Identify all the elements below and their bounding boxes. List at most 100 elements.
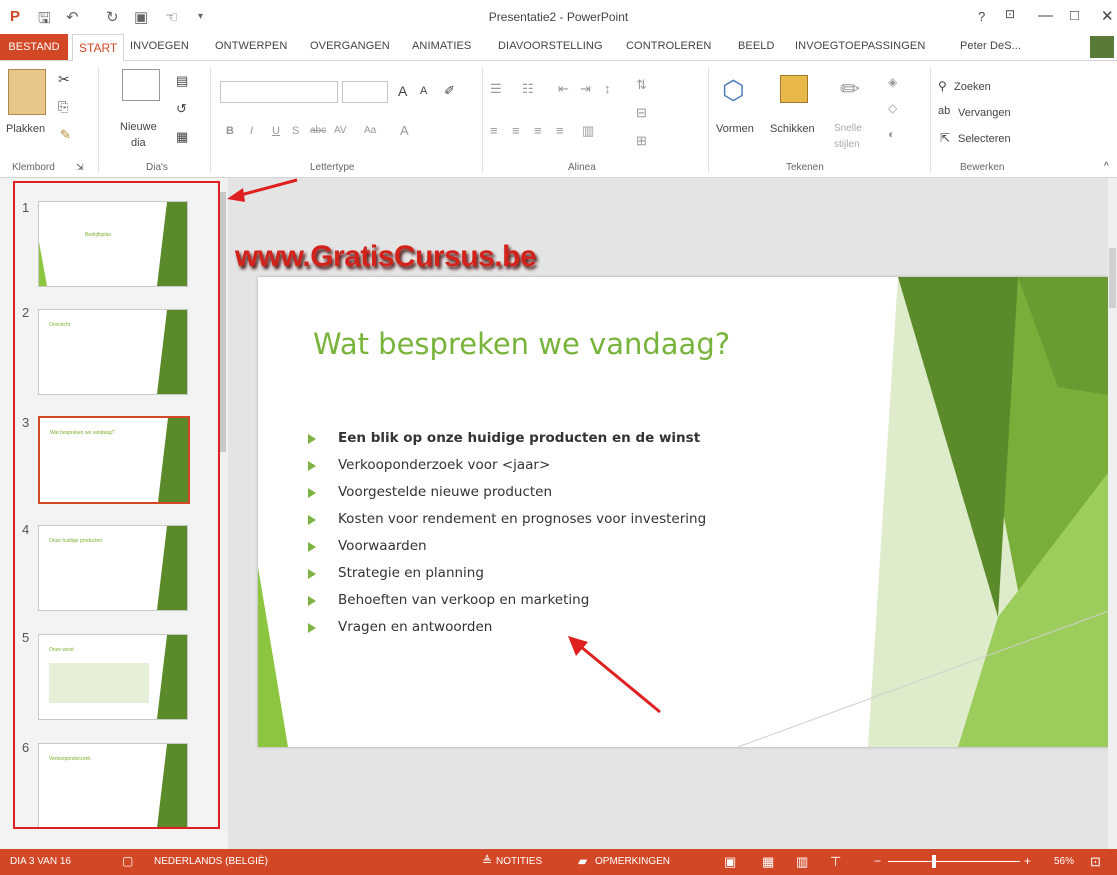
- shape-fill-icon[interactable]: ◈: [888, 75, 897, 89]
- align-text-icon[interactable]: ⊟: [636, 105, 647, 121]
- smartart-icon[interactable]: ⊞: [636, 133, 647, 149]
- decrease-indent-icon[interactable]: ⇤: [558, 81, 569, 97]
- shadow-icon[interactable]: S: [292, 125, 299, 137]
- text-direction-icon[interactable]: ⇅: [636, 77, 647, 93]
- font-color-icon[interactable]: A: [400, 123, 409, 138]
- slideshow-icon[interactable]: ⊤: [830, 854, 841, 870]
- reset-icon[interactable]: ↺: [176, 101, 187, 117]
- user-account[interactable]: Peter DeS...: [960, 40, 1021, 52]
- bullet-item[interactable]: Een blik op onze huidige producten en de…: [338, 430, 700, 446]
- align-left-icon[interactable]: ≡: [490, 123, 498, 138]
- increase-indent-icon[interactable]: ⇥: [580, 81, 591, 97]
- justify-icon[interactable]: ≡: [556, 123, 564, 138]
- new-slide-button[interactable]: Nieuwe: [120, 121, 157, 133]
- slide-canvas[interactable]: Wat bespreken we vandaag? Een blik op on…: [258, 277, 1117, 747]
- dialog-launcher-icon[interactable]: ⇲: [76, 162, 84, 173]
- help-button[interactable]: ?: [978, 9, 985, 24]
- font-grow-button[interactable]: A: [398, 83, 407, 99]
- font-shrink-button[interactable]: A: [420, 85, 427, 97]
- arrange-button[interactable]: Schikken: [770, 123, 815, 135]
- normal-view-icon[interactable]: ▣: [724, 854, 736, 870]
- close-button[interactable]: ✕: [1101, 7, 1114, 25]
- format-painter-icon[interactable]: ✎: [60, 127, 71, 143]
- bullet-arrow-icon: [308, 434, 316, 444]
- font-name-input[interactable]: [220, 81, 338, 103]
- section-icon[interactable]: ▦: [176, 129, 188, 145]
- tab-animaties[interactable]: ANIMATIES: [412, 40, 471, 52]
- align-center-icon[interactable]: ≡: [512, 123, 520, 138]
- ribbon-display-options-icon[interactable]: ⊡: [1005, 7, 1015, 21]
- proofing-icon[interactable]: ▢: [122, 854, 133, 868]
- title-bar: P 🖫 ↶ ↻ ▣ ☜ ▾ Presentatie2 - PowerPoint …: [0, 0, 1117, 34]
- notes-button[interactable]: NOTITIES: [496, 856, 542, 867]
- tab-controleren[interactable]: CONTROLEREN: [626, 40, 711, 52]
- quick-styles-dropdown[interactable]: stijlen: [834, 139, 860, 150]
- zoom-slider-thumb[interactable]: [932, 855, 936, 868]
- bullet-item[interactable]: Vragen en antwoorden: [338, 619, 492, 635]
- bullet-item[interactable]: Kosten voor rendement en prognoses voor …: [338, 511, 706, 527]
- group-label-klembord: Klembord: [12, 162, 55, 173]
- quick-styles-button[interactable]: Snelle: [834, 123, 862, 134]
- bullet-item[interactable]: Behoeften van verkoop en marketing: [338, 592, 589, 608]
- tab-bestand[interactable]: BESTAND: [0, 34, 68, 60]
- font-size-input[interactable]: [342, 81, 388, 103]
- columns-icon[interactable]: ▥: [582, 123, 594, 139]
- zoom-in-icon[interactable]: +: [1024, 854, 1031, 868]
- zoom-level[interactable]: 56%: [1054, 856, 1074, 867]
- character-spacing-icon[interactable]: AV: [334, 125, 347, 136]
- layout-icon[interactable]: ▤: [176, 73, 188, 89]
- new-slide-icon[interactable]: [122, 69, 160, 101]
- italic-icon[interactable]: I: [250, 125, 253, 137]
- annotation-highlight-box: [13, 181, 220, 829]
- bullets-icon[interactable]: ☰: [490, 81, 502, 97]
- zoom-slider-track[interactable]: [888, 861, 1020, 862]
- slide-position-indicator[interactable]: DIA 3 VAN 16: [10, 856, 71, 867]
- find-button[interactable]: Zoeken: [954, 81, 991, 93]
- collapse-ribbon-icon[interactable]: ^: [1104, 161, 1109, 172]
- paste-button[interactable]: Plakken: [6, 123, 45, 135]
- maximize-button[interactable]: □: [1070, 7, 1079, 24]
- slide-sorter-icon[interactable]: ▦: [762, 854, 774, 870]
- user-avatar[interactable]: [1090, 36, 1114, 58]
- bullet-item[interactable]: Voorwaarden: [338, 538, 427, 554]
- language-indicator[interactable]: NEDERLANDS (BELGIË): [154, 856, 268, 867]
- tab-start[interactable]: START: [72, 34, 125, 62]
- numbering-icon[interactable]: ☷: [522, 81, 534, 97]
- shape-outline-icon[interactable]: ◇: [888, 101, 897, 115]
- replace-button[interactable]: Vervangen: [958, 107, 1011, 119]
- bullet-item[interactable]: Voorgestelde nieuwe producten: [338, 484, 552, 500]
- new-slide-dropdown[interactable]: dia: [131, 137, 146, 149]
- shapes-button[interactable]: Vormen: [716, 123, 754, 135]
- reading-view-icon[interactable]: ▥: [796, 854, 808, 870]
- slide-title[interactable]: Wat bespreken we vandaag?: [313, 327, 730, 361]
- line-spacing-icon[interactable]: ↕: [604, 81, 611, 96]
- tab-invoegtoepassingen[interactable]: INVOEGTOEPASSINGEN: [795, 40, 925, 52]
- bold-icon[interactable]: B: [226, 125, 234, 137]
- tab-beeld[interactable]: BEELD: [738, 40, 775, 52]
- tab-ontwerpen[interactable]: ONTWERPEN: [215, 40, 287, 52]
- cut-icon[interactable]: ✂: [58, 71, 70, 88]
- tab-invoegen[interactable]: INVOEGEN: [130, 40, 189, 52]
- underline-icon[interactable]: U: [272, 125, 280, 137]
- align-right-icon[interactable]: ≡: [534, 123, 542, 138]
- shape-effects-icon[interactable]: ◐: [888, 127, 895, 141]
- tab-diavoorstelling[interactable]: DIAVOORSTELLING: [498, 40, 603, 52]
- change-case-icon[interactable]: Aa: [364, 125, 376, 136]
- comments-button[interactable]: OPMERKINGEN: [595, 856, 670, 867]
- slide-vertical-scrollbar[interactable]: [1108, 178, 1117, 849]
- paste-icon[interactable]: [8, 69, 46, 115]
- minimize-button[interactable]: —: [1038, 7, 1053, 24]
- bullet-item[interactable]: Strategie en planning: [338, 565, 484, 581]
- arrange-icon[interactable]: [780, 75, 808, 103]
- select-button[interactable]: Selecteren: [958, 133, 1011, 145]
- scrollbar-thumb[interactable]: [1109, 248, 1116, 308]
- zoom-out-icon[interactable]: −: [874, 854, 881, 868]
- tab-overgangen[interactable]: OVERGANGEN: [310, 40, 390, 52]
- shapes-icon[interactable]: ⬡: [722, 75, 745, 106]
- strikethrough-icon[interactable]: abc: [310, 125, 326, 136]
- fit-slide-icon[interactable]: ⊡: [1090, 854, 1101, 870]
- bullet-item[interactable]: Verkooponderzoek voor <jaar>: [338, 457, 550, 473]
- copy-icon[interactable]: ⎘: [58, 99, 68, 115]
- quick-styles-icon[interactable]: ✏: [840, 75, 860, 104]
- clear-formatting-icon[interactable]: ✐: [444, 83, 455, 99]
